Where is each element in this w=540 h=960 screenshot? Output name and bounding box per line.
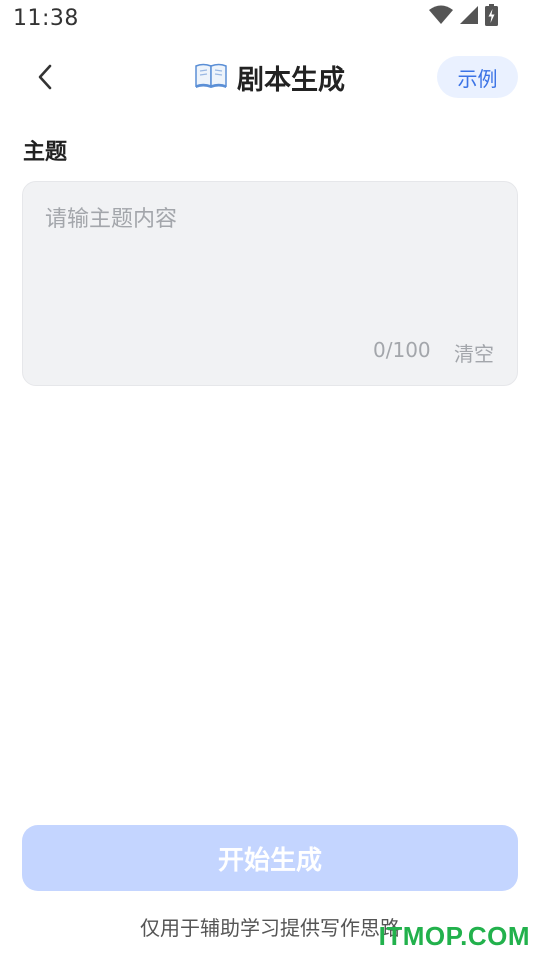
header: 剧本生成 示例	[0, 52, 540, 104]
open-book-icon	[195, 62, 227, 94]
topic-box: 0/100 清空	[22, 181, 518, 386]
status-icons	[429, 4, 498, 30]
topic-input[interactable]	[45, 204, 495, 324]
topic-label: 主题	[23, 140, 68, 165]
status-bar: 11:38	[0, 0, 540, 36]
wifi-icon	[429, 5, 453, 29]
char-count: 0/100	[373, 338, 431, 362]
status-time: 11:38	[13, 6, 79, 31]
clear-button[interactable]: 清空	[454, 338, 494, 367]
chevron-left-icon	[38, 64, 52, 90]
generate-button[interactable]: 开始生成	[22, 825, 518, 891]
watermark: ITMOP.COM	[378, 921, 530, 951]
page-title: 剧本生成	[237, 65, 345, 96]
battery-charging-icon	[485, 4, 498, 30]
example-button[interactable]: 示例	[437, 56, 518, 98]
signal-icon	[459, 5, 479, 29]
back-button[interactable]	[30, 62, 60, 92]
